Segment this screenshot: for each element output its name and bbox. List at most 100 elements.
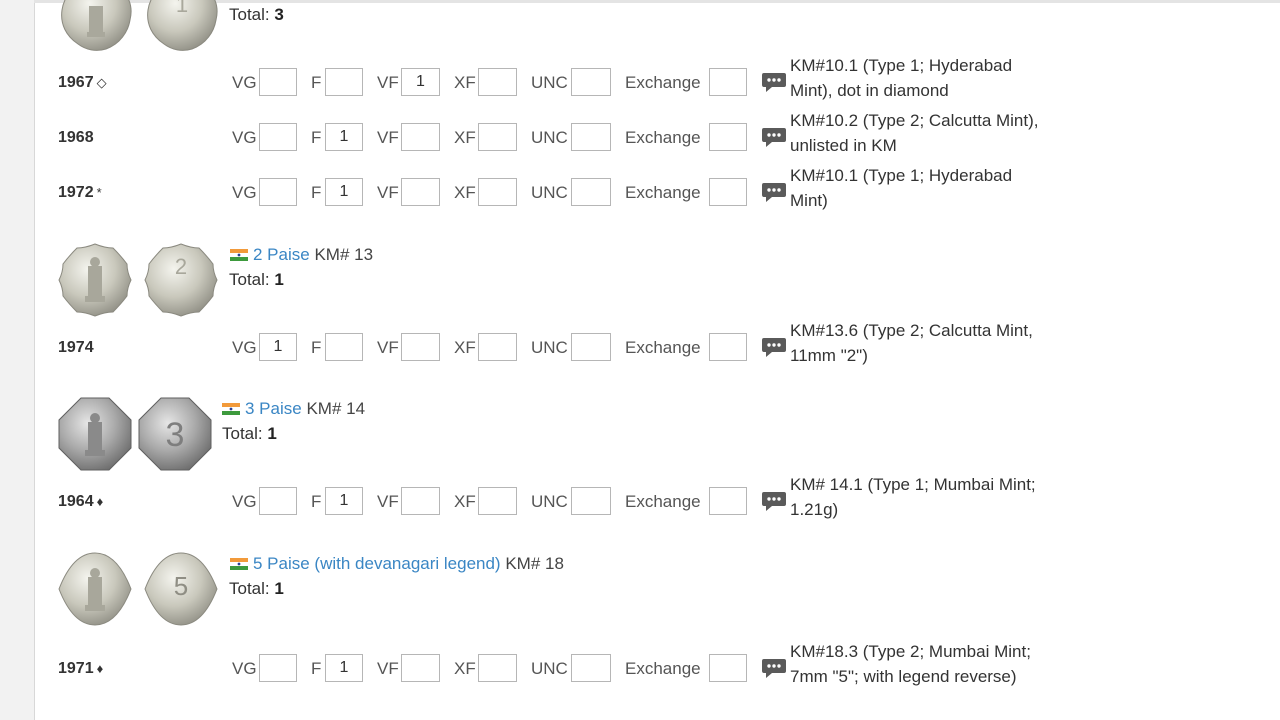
comment-bubble-icon[interactable] xyxy=(761,180,787,204)
unc-count-input[interactable] xyxy=(571,178,611,206)
f-label: F xyxy=(311,73,322,92)
vg-label: VG xyxy=(232,128,257,147)
coin-name-link[interactable]: 3 Paise xyxy=(245,399,302,418)
vf-label: VF xyxy=(377,128,399,147)
unc-count-input[interactable] xyxy=(571,333,611,361)
vf-count-input[interactable] xyxy=(401,487,440,515)
coin-reverse-image[interactable]: 5 xyxy=(143,551,219,627)
xf-count-input[interactable] xyxy=(478,123,517,151)
exchange-count-input[interactable] xyxy=(709,654,747,682)
vf-count-input[interactable]: 1 xyxy=(401,68,440,96)
coin-obverse-image[interactable] xyxy=(57,242,133,318)
year-label: 1964 ♦ xyxy=(58,482,103,522)
year-text: 1967 xyxy=(58,74,94,91)
unc-count-input[interactable] xyxy=(571,68,611,96)
comment-bubble-icon[interactable] xyxy=(761,125,787,149)
comment-bubble-icon[interactable] xyxy=(761,335,787,359)
exchange-count-input[interactable] xyxy=(709,178,747,206)
india-flag-icon xyxy=(230,245,248,261)
unc-count-input[interactable] xyxy=(571,487,611,515)
year-mark: ◇ xyxy=(96,75,107,90)
vg-count-input[interactable] xyxy=(259,123,297,151)
xf-label: XF xyxy=(454,128,476,147)
exchange-count-input[interactable] xyxy=(709,123,747,151)
f-count-input[interactable]: 1 xyxy=(325,123,363,151)
vg-count-input[interactable] xyxy=(259,178,297,206)
coin-title: 3 Paise KM# 14 xyxy=(222,398,365,420)
year-text: 1968 xyxy=(58,129,94,146)
grade-row: 1967 ◇ VG F VF 1 XF UNC Exchange KM#10.1 (Type 1;… xyxy=(0,56,1280,103)
f-count-input[interactable]: 1 xyxy=(325,654,363,682)
india-flag-icon xyxy=(230,554,248,570)
year-label: 1974 xyxy=(58,328,97,368)
variety-note: KM#10.1 (Type 1; Hyderabad Mint), dot in… xyxy=(790,56,1013,100)
year-label: 1968 xyxy=(58,118,97,158)
km-number: KM# 18 xyxy=(505,554,564,573)
xf-label: XF xyxy=(454,659,476,678)
f-count-input[interactable] xyxy=(325,68,363,96)
xf-count-input[interactable] xyxy=(478,68,517,96)
variety-note: KM#13.6 (Type 2; Calcutta Mint, 11mm "2"… xyxy=(790,321,1033,365)
coin-reverse-image[interactable]: 3 xyxy=(137,396,213,472)
year-label: 1971 ♦ xyxy=(58,649,103,689)
exchange-count-input[interactable] xyxy=(709,487,747,515)
f-label: F xyxy=(311,128,322,147)
vf-label: VF xyxy=(377,492,399,511)
xf-count-input[interactable] xyxy=(478,487,517,515)
grade-row: 1964 ♦ VG F 1 VF XF UNC Exchange KM# 14.1 (Type 1… xyxy=(0,475,1280,522)
coin-obverse-image[interactable] xyxy=(57,551,133,627)
f-label: F xyxy=(311,183,322,202)
vg-count-input[interactable]: 1 xyxy=(259,333,297,361)
year-mark: ♦ xyxy=(96,494,104,509)
year-label: 1972 * xyxy=(58,173,102,213)
grade-row: 1971 ♦ VG F 1 VF XF UNC Exchange KM#18.3 (Type 2;… xyxy=(0,642,1280,689)
comment-bubble-icon[interactable] xyxy=(761,489,787,513)
exchange-label: Exchange xyxy=(625,128,701,147)
coin-name-link[interactable]: 2 Paise xyxy=(253,245,310,264)
unc-count-input[interactable] xyxy=(571,123,611,151)
xf-count-input[interactable] xyxy=(478,333,517,361)
coin-title: 2 Paise KM# 13 xyxy=(230,244,373,266)
coin-reverse-image[interactable]: 2 xyxy=(143,242,219,318)
comment-bubble-icon[interactable] xyxy=(761,70,787,94)
unc-label: UNC xyxy=(531,128,568,147)
coin-title: 5 Paise (with devanagari legend) KM# 18 xyxy=(230,553,564,575)
f-label: F xyxy=(311,492,322,511)
coin-total: Total: 1 xyxy=(222,424,277,443)
coin-name-link[interactable]: 5 Paise (with devanagari legend) xyxy=(253,554,501,573)
f-count-input[interactable]: 1 xyxy=(325,487,363,515)
exchange-label: Exchange xyxy=(625,338,701,357)
comment-bubble-icon[interactable] xyxy=(761,656,787,680)
vf-count-input[interactable] xyxy=(401,654,440,682)
f-count-input[interactable]: 1 xyxy=(325,178,363,206)
xf-count-input[interactable] xyxy=(478,654,517,682)
vf-label: VF xyxy=(377,659,399,678)
coin-obverse-image[interactable] xyxy=(57,396,133,472)
coin-obverse-image[interactable] xyxy=(58,0,134,52)
vg-count-input[interactable] xyxy=(259,487,297,515)
grade-row: 1968 VG F 1 VF XF UNC Exchange KM#10.2 (Type 2; … xyxy=(0,111,1280,158)
exchange-count-input[interactable] xyxy=(709,68,747,96)
india-flag-icon xyxy=(222,399,240,415)
f-count-input[interactable] xyxy=(325,333,363,361)
vg-count-input[interactable] xyxy=(259,68,297,96)
svg-text:3: 3 xyxy=(166,416,185,454)
exchange-count-input[interactable] xyxy=(709,333,747,361)
vf-label: VF xyxy=(377,183,399,202)
coin-total: Total: 3 xyxy=(229,5,284,24)
svg-text:5: 5 xyxy=(174,571,188,601)
unc-count-input[interactable] xyxy=(571,654,611,682)
vf-count-input[interactable] xyxy=(401,123,440,151)
xf-count-input[interactable] xyxy=(478,178,517,206)
year-label: 1967 ◇ xyxy=(58,63,107,103)
unc-label: UNC xyxy=(531,492,568,511)
xf-label: XF xyxy=(454,338,476,357)
coin-reverse-image[interactable]: 1 xyxy=(144,0,220,52)
vg-count-input[interactable] xyxy=(259,654,297,682)
svg-text:2: 2 xyxy=(175,254,187,279)
vf-count-input[interactable] xyxy=(401,333,440,361)
xf-label: XF xyxy=(454,73,476,92)
year-text: 1964 xyxy=(58,493,94,510)
vf-count-input[interactable] xyxy=(401,178,440,206)
variety-note: KM# 14.1 (Type 1; Mumbai Mint; 1.21g) xyxy=(790,475,1036,519)
